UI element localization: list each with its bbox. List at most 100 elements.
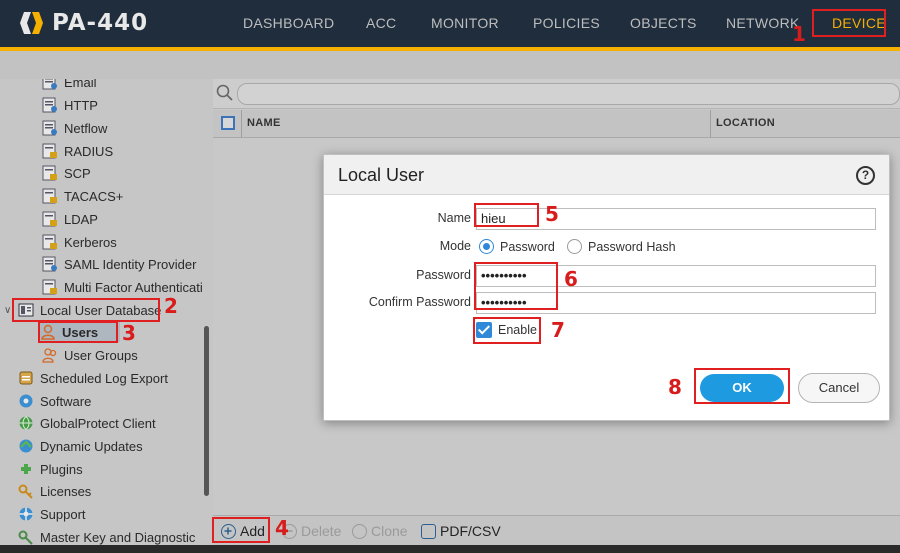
support-icon [19, 507, 33, 521]
tree-item-label: Software [40, 393, 92, 409]
tree-scrollbar[interactable] [204, 326, 209, 496]
annotation-number: 2 [164, 294, 178, 318]
server-profile-icon [42, 120, 57, 136]
tree-item-label: SAML Identity Provider [64, 256, 197, 272]
help-icon[interactable]: ? [856, 166, 875, 185]
pdf-csv-label: PDF/CSV [440, 523, 501, 539]
annotation-box [473, 317, 541, 344]
tree-item-master-key[interactable]: Master Key and Diagnostic [18, 527, 195, 547]
tree-item-software[interactable]: Software [18, 391, 91, 411]
tree-item-scheduled-log-export[interactable]: Scheduled Log Export [18, 368, 168, 388]
tree-item-label: Support [40, 506, 86, 522]
confirm-password-label: Confirm Password [368, 295, 471, 309]
lock-server-icon [42, 165, 57, 181]
search-input[interactable] [237, 83, 900, 105]
name-label: Name [437, 211, 471, 225]
annotation-box [212, 517, 270, 543]
top-nav-bar: PA-440 DASHBOARD ACC MONITOR POLICIES OB… [0, 0, 900, 47]
annotation-box [694, 368, 790, 404]
tree-item-label: Licenses [40, 483, 92, 499]
clone-label: Clone [371, 523, 408, 539]
tree-item-dynamic-updates[interactable]: Dynamic Updates [18, 436, 143, 456]
column-header-name[interactable]: NAME [247, 117, 281, 129]
main-nav: DASHBOARD ACC MONITOR POLICIES OBJECTS N… [0, 0, 900, 47]
tab-monitor[interactable]: MONITOR [431, 15, 499, 31]
password-label: Password [416, 268, 471, 282]
annotation-number: 8 [668, 375, 682, 399]
tree-item-label: Netflow [64, 120, 108, 136]
lock-server-icon [42, 234, 57, 250]
delete-label: Delete [301, 523, 342, 539]
column-header-location[interactable]: LOCATION [716, 117, 775, 129]
tree-item-label: HTTP [64, 97, 98, 113]
search-icon[interactable] [216, 84, 234, 102]
lock-server-icon [42, 211, 57, 227]
local-user-dialog: Local User ? Name hieu Mode Password Pas… [323, 154, 890, 421]
tab-policies[interactable]: POLICIES [533, 15, 600, 31]
dialog-title: Local User [338, 165, 425, 185]
tree-item-http[interactable]: HTTP [42, 95, 98, 115]
sub-toolbar [0, 51, 900, 79]
server-profile-icon [42, 79, 57, 90]
annotation-number: 5 [545, 202, 559, 226]
column-divider [241, 110, 242, 138]
tab-dashboard[interactable]: DASHBOARD [243, 15, 334, 31]
tree-item-email[interactable]: Email [42, 79, 97, 92]
tree-item-label: Dynamic Updates [40, 438, 143, 454]
software-icon [19, 394, 33, 408]
lock-server-icon [42, 279, 57, 295]
tree-item-licenses[interactable]: Licenses [18, 481, 91, 501]
pdf-csv-button[interactable]: PDF/CSV [421, 523, 501, 539]
mode-password-hash-label: Password Hash [588, 239, 676, 254]
tree-item-support[interactable]: Support [18, 504, 86, 524]
tree-item-globalprotect-client[interactable]: GlobalProtect Client [18, 413, 156, 433]
plugin-icon [21, 464, 31, 474]
globe-icon [19, 416, 33, 430]
annotation-box [812, 9, 886, 37]
annotation-box [474, 203, 539, 227]
tree-item-label: Plugins [40, 461, 83, 477]
action-bar: Add Delete Clone PDF/CSV [213, 515, 900, 545]
tab-objects[interactable]: OBJECTS [630, 15, 697, 31]
tree-item-scp[interactable]: SCP [42, 163, 91, 183]
export-icon [421, 523, 436, 539]
lock-server-icon [42, 188, 57, 204]
tree-item-user-groups[interactable]: User Groups [42, 345, 138, 365]
tree-item-ldap[interactable]: LDAP [42, 209, 98, 229]
tree-item-radius[interactable]: RADIUS [42, 141, 113, 161]
mode-password-hash-radio[interactable]: Password Hash [567, 239, 676, 254]
tab-acc[interactable]: ACC [366, 15, 396, 31]
key-icon [18, 484, 33, 499]
column-divider [710, 110, 711, 138]
tree-item-label: RADIUS [64, 143, 114, 159]
select-all-checkbox[interactable] [221, 116, 235, 130]
tree-item-mfa[interactable]: Multi Factor Authenticati [42, 277, 203, 297]
tab-network[interactable]: NETWORK [726, 15, 800, 31]
server-profile-icon [42, 256, 57, 272]
annotation-number: 6 [564, 267, 578, 291]
delete-button[interactable]: Delete [282, 523, 341, 539]
tree-item-saml[interactable]: SAML Identity Provider [42, 254, 196, 274]
tree-item-kerberos[interactable]: Kerberos [42, 232, 117, 252]
globe-update-icon [19, 439, 33, 453]
tree-item-tacacs[interactable]: TACACS+ [42, 186, 123, 206]
clone-button[interactable]: Clone [352, 523, 408, 539]
tree-item-label: Email [64, 79, 97, 90]
tree-item-plugins[interactable]: Plugins [18, 459, 83, 479]
mode-password-radio[interactable]: Password [479, 239, 555, 254]
tree-item-label: SCP [64, 165, 91, 181]
master-key-icon [18, 530, 33, 545]
tree-item-label: LDAP [64, 211, 98, 227]
tree-item-netflow[interactable]: Netflow [42, 118, 107, 138]
annotation-number: 7 [551, 318, 565, 342]
radio-unselected-icon [567, 239, 582, 254]
tree-item-label: Master Key and Diagnostic [40, 529, 196, 545]
annotation-number: 1 [792, 22, 806, 46]
annotation-box [38, 321, 118, 343]
status-strip [0, 545, 900, 553]
tree-item-label: Scheduled Log Export [40, 370, 168, 386]
dialog-header: Local User ? [324, 155, 889, 195]
log-export-icon [19, 371, 33, 385]
filter-row [213, 79, 900, 109]
cancel-button[interactable]: Cancel [798, 373, 880, 403]
